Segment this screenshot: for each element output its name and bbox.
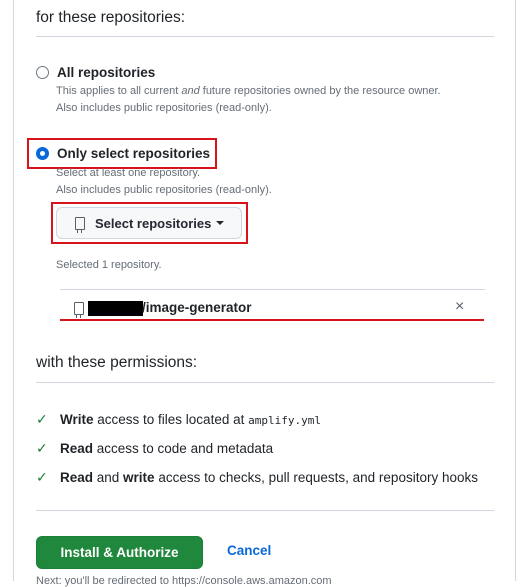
check-icon: ✓ [36,411,48,427]
permission-segment: and [93,470,124,485]
repositories-divider [36,36,494,37]
check-icon: ✓ [36,469,48,485]
cancel-link[interactable]: Cancel [227,543,271,558]
selected-repo-row: /image-generator × [60,289,485,322]
permission-item: ✓ Read and write access to checks, pull … [36,469,478,486]
radio-button-checked[interactable] [36,147,49,160]
repositories-heading: for these repositories: [36,9,186,26]
repo-name: /image-generator [142,300,252,315]
permission-text: Read and write access to checks, pull re… [60,470,478,485]
permission-bold: write [123,470,155,485]
permission-segment: access to files located at [93,412,249,427]
permission-bold: Read [60,470,94,485]
selected-count: Selected 1 repository. [56,259,162,271]
caret-down-icon [216,221,225,225]
permission-segment: access to checks, pull requests, and rep… [154,470,478,485]
hint-line: Also includes public repositories (read-… [56,102,272,114]
select-repositories-label: Select repositories [95,215,212,231]
hint-line: Select at least one repository. [56,167,201,179]
radio-label: All repositories [57,65,156,80]
all-repositories-hint: This applies to all current and future r… [56,83,441,117]
hint-line: This applies to all current and future r… [56,85,441,97]
redacted-owner [88,301,143,316]
redirect-note: Next: you'll be redirected to https://co… [36,575,332,587]
repo-icon [75,216,85,233]
radio-only-select-repositories[interactable]: Only select repositories [36,146,210,161]
highlight-underline [60,319,484,321]
select-repositories-button[interactable]: Select repositories [56,207,242,239]
install-authorize-button[interactable]: Install & Authorize [36,536,203,569]
select-repositories-hint: Select at least one repository. Also inc… [56,165,272,199]
permission-text: Write access to files located at amplify… [60,412,321,427]
radio-button[interactable] [36,66,49,79]
check-icon: ✓ [36,440,48,456]
radio-all-repositories[interactable]: All repositories [36,65,155,80]
hint-line: Also includes public repositories (read-… [56,184,272,196]
permissions-divider [36,382,494,383]
permission-segment: access to code and metadata [93,441,274,456]
permission-item: ✓ Write access to files located at ampli… [36,411,321,428]
card-right-border [515,0,516,581]
card-left-border [13,0,14,581]
permission-bold: Write [60,412,94,427]
radio-label: Only select repositories [57,146,211,161]
repo-icon [74,302,84,318]
close-icon[interactable]: × [455,298,464,316]
actions-divider [36,510,494,511]
permission-item: ✓ Read access to code and metadata [36,440,273,457]
permission-text: Read access to code and metadata [60,441,273,456]
permissions-heading: with these permissions: [36,354,198,371]
permission-bold: Read [60,441,94,456]
permission-code: amplify.yml [248,414,321,427]
